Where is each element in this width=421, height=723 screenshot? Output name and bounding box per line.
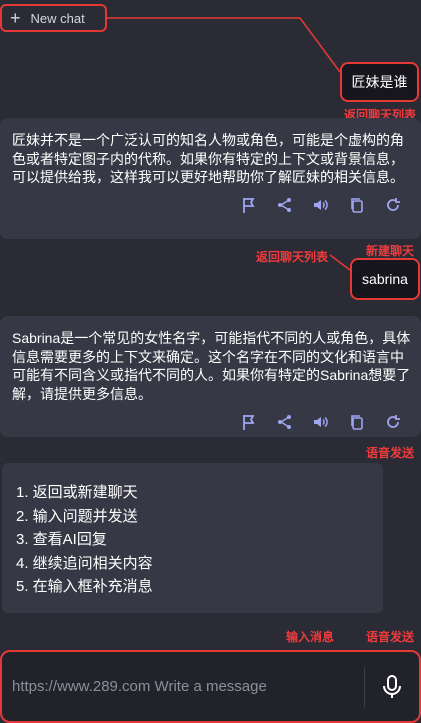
ai-reply-2-text: Sabrina是一个常见的女性名字，可能指代不同的人或角色，具体信息需要更多的上… — [12, 330, 411, 402]
new-chat-button[interactable]: + New chat — [0, 4, 107, 32]
user-message-1: 匠妹是谁 — [340, 62, 419, 102]
ai-reply-1-actions — [12, 190, 411, 220]
refresh-icon — [387, 197, 400, 211]
new-chat-label: New chat — [30, 10, 85, 26]
plus-icon: + — [10, 8, 21, 28]
regenerate-button[interactable] — [375, 407, 411, 437]
mic-icon — [383, 674, 401, 698]
ai-reply-2-actions — [12, 407, 411, 437]
ai-reply-2: Sabrina是一个常见的女性名字，可能指代不同的人或角色，具体信息需要更多的上… — [0, 316, 421, 437]
annotation-voice-send-2: 语音发送 — [366, 630, 415, 644]
message-input-bar — [0, 650, 421, 723]
share-icon — [278, 197, 291, 212]
user-message-2-text: sabrina — [362, 271, 408, 287]
step-item: 1. 返回或新建聊天 — [16, 484, 138, 501]
speak-button[interactable] — [303, 407, 339, 437]
copy-icon — [351, 197, 363, 213]
volume-icon — [314, 199, 328, 210]
voice-send-button[interactable] — [365, 662, 419, 712]
flag-icon — [243, 197, 255, 213]
copy-icon — [351, 415, 363, 430]
step-item: 2. 输入问题并发送 — [16, 507, 138, 525]
flag-button[interactable] — [231, 407, 267, 437]
annotation-back-list-2: 返回聊天列表 — [256, 250, 329, 264]
regenerate-button[interactable] — [375, 190, 411, 220]
user-message-2: sabrina — [350, 258, 420, 300]
message-input[interactable] — [2, 666, 364, 707]
speak-button[interactable] — [303, 190, 339, 220]
share-button[interactable] — [267, 407, 303, 437]
share-icon — [278, 415, 291, 429]
copy-button[interactable] — [339, 190, 375, 220]
annotation-new-chat: 新建聊天 — [366, 244, 415, 258]
annotation-voice-send-1: 语音发送 — [366, 446, 415, 460]
steps-card: 1. 返回或新建聊天 2. 输入问题并发送 3. 查看AI回复 4. 继续追问相… — [2, 463, 383, 613]
annotation-input-msg: 输入消息 — [286, 630, 335, 644]
ai-reply-1-text: 匠妹并不是一个广泛认可的知名人物或角色，可能是个虚构的角色或者特定图子内的代称。… — [12, 132, 404, 185]
flag-button[interactable] — [231, 190, 267, 220]
step-item: 4. 继续追问相关内容 — [16, 554, 153, 572]
ai-reply-1: 匠妹并不是一个广泛认可的知名人物或角色，可能是个虚构的角色或者特定图子内的代称。… — [0, 118, 421, 239]
copy-button[interactable] — [339, 407, 375, 437]
volume-icon — [314, 416, 328, 428]
user-message-1-text: 匠妹是谁 — [351, 74, 408, 90]
flag-icon — [243, 415, 255, 430]
step-item: 5. 在输入框补充消息 — [16, 578, 153, 595]
step-item: 3. 查看AI回复 — [16, 531, 107, 548]
share-button[interactable] — [267, 190, 303, 220]
refresh-icon — [387, 415, 400, 428]
